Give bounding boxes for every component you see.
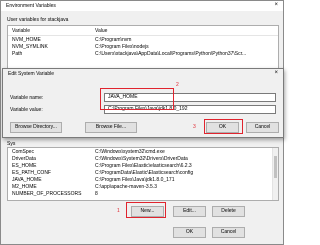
system-var-name: ES_PATH_CONF bbox=[12, 170, 51, 176]
dialog-title: Edit System Variable bbox=[8, 71, 55, 77]
step-2-label: 2 bbox=[176, 82, 179, 88]
scrollbar-thumb[interactable] bbox=[274, 156, 277, 178]
dialog-ok-button[interactable]: OK bbox=[206, 122, 239, 133]
user-var-value: C:\Users\stackjava\AppData\Local\Program… bbox=[95, 51, 247, 57]
edit-button[interactable]: Edit... bbox=[173, 206, 206, 217]
system-var-value: C:\Windows\System32\Drivers\DriverData bbox=[95, 156, 188, 162]
close-icon[interactable]: × bbox=[274, 70, 278, 76]
browse-directory-button[interactable]: Browse Directory... bbox=[10, 122, 62, 133]
user-variables-label: User variables for stackjava bbox=[7, 17, 69, 23]
system-var-value: C:\Windows\system32\cmd.exe bbox=[95, 149, 165, 155]
variable-name-input[interactable]: JAVA_HOME bbox=[104, 93, 276, 102]
column-header-variable[interactable]: Variable bbox=[12, 28, 30, 34]
system-var-value: C:\Program Files\Java\jdk1.8.0_171 bbox=[95, 177, 175, 183]
variable-value-input[interactable]: C:\Program Files\Java\jdk1.8.0_192 bbox=[104, 105, 276, 114]
system-var-name: DriverData bbox=[12, 156, 36, 162]
variable-value-label: Variable value: bbox=[10, 107, 43, 113]
system-var-name: ES_HOME bbox=[12, 163, 37, 169]
system-var-name: ComSpec bbox=[12, 149, 34, 155]
window-title: Environment Variables bbox=[6, 3, 56, 9]
title-bar: Environment Variables × bbox=[1, 1, 283, 11]
system-var-name: JAVA_HOME bbox=[12, 177, 42, 183]
user-var-value: C:\Program\nvm bbox=[95, 37, 132, 43]
user-var-name: NVM_HOME bbox=[12, 37, 41, 43]
user-var-name: Path bbox=[12, 51, 23, 57]
new-button[interactable]: New... bbox=[131, 206, 164, 217]
user-var-name: NVM_SYMLINK bbox=[12, 44, 48, 50]
system-list-scrollbar[interactable] bbox=[272, 148, 278, 200]
system-var-value: C:\Program Files\Elastic\elasticsearch\6… bbox=[95, 163, 192, 169]
system-var-value: 8 bbox=[95, 191, 98, 197]
header-divider bbox=[8, 35, 278, 36]
browse-file-button[interactable]: Browse File... bbox=[85, 122, 137, 133]
step-3-label: 3 bbox=[193, 124, 196, 130]
system-var-name: M2_HOME bbox=[12, 184, 37, 190]
dialog-cancel-button[interactable]: Cancel bbox=[246, 122, 279, 133]
system-var-name: NUMBER_OF_PROCESSORS bbox=[12, 191, 82, 197]
user-variables-list[interactable]: Variable Value NVM_HOME C:\Program\nvm N… bbox=[7, 25, 279, 69]
column-header-value[interactable]: Value bbox=[95, 28, 107, 34]
system-variables-list[interactable]: ComSpec C:\Windows\system32\cmd.exe Driv… bbox=[7, 147, 279, 201]
close-icon[interactable]: × bbox=[274, 2, 278, 8]
step-1-label: 1 bbox=[117, 208, 120, 214]
edit-system-variable-dialog: Edit System Variable × Variable name: JA… bbox=[2, 68, 284, 138]
system-var-value: C:\ProgramData\Elastic\Elasticsearch\con… bbox=[95, 170, 194, 176]
user-var-value: C:\Program Files\nodejs bbox=[95, 44, 149, 50]
delete-button[interactable]: Delete bbox=[212, 206, 245, 217]
variable-name-label: Variable name: bbox=[10, 95, 44, 101]
cancel-button[interactable]: Cancel bbox=[212, 227, 245, 238]
system-var-value: C:\app\apache-maven-3.5.3 bbox=[95, 184, 157, 190]
ok-button[interactable]: OK bbox=[173, 227, 206, 238]
